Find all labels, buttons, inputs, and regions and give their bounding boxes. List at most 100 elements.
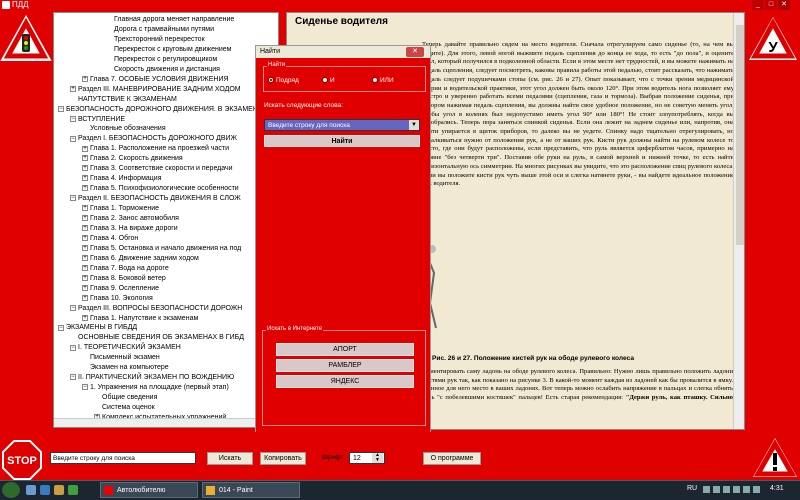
tree-node[interactable]: + Глава 1. Расположение на проезжей части (82, 144, 229, 153)
tree-node[interactable]: + Глава 4. Обгон (82, 234, 138, 243)
collapse-icon[interactable]: − (82, 384, 88, 391)
tree-node[interactable]: + Глава 1. Напутствие к экзаменам (82, 314, 198, 323)
tree-node[interactable]: + Глава 9. Ослепление (82, 284, 159, 293)
radio-sequential[interactable]: Подряд (268, 77, 299, 84)
collapse-icon[interactable]: − (70, 115, 76, 122)
expand-icon[interactable]: + (82, 175, 88, 182)
collapse-icon[interactable]: − (70, 344, 76, 351)
tree-node[interactable]: Экзамен на компьютере (90, 363, 169, 372)
expand-icon[interactable]: + (82, 254, 88, 261)
expand-icon[interactable]: + (70, 85, 76, 92)
expand-icon[interactable]: + (82, 235, 88, 242)
radio-and[interactable]: И (322, 77, 335, 84)
maximize-button[interactable]: □ (765, 0, 777, 10)
tree-node[interactable]: − ВСТУПЛЕНИЕ (70, 115, 125, 124)
dialog-close-button[interactable]: ✕ (406, 47, 424, 57)
yandex-button[interactable]: ЯНДЕКС (276, 375, 414, 388)
tree-node[interactable]: + Глава 5. Остановка и начало движения на… (82, 244, 241, 253)
tray-icon[interactable] (723, 486, 730, 493)
expand-icon[interactable]: + (82, 205, 88, 212)
tree-horizontal-scrollbar[interactable] (54, 418, 278, 427)
collapse-icon[interactable]: − (58, 105, 64, 112)
rambler-button[interactable]: РАМБЛЕР (276, 359, 414, 372)
tree-node[interactable]: Письменный экзамен (90, 353, 160, 362)
expand-icon[interactable]: + (82, 294, 88, 301)
expand-icon[interactable]: + (82, 145, 88, 152)
tree-node[interactable]: − II. ПРАКТИЧЕСКИЙ ЭКЗАМЕН ПО ВОЖДЕНИЮ (70, 373, 234, 382)
collapse-icon[interactable]: − (70, 135, 76, 142)
bottom-search-input[interactable]: Введите строку для поиска (50, 452, 196, 464)
minimize-button[interactable]: _ (752, 0, 764, 10)
radio-or[interactable]: ИЛИ (372, 77, 394, 84)
tree-node[interactable]: Дорога с трамвайными путями (114, 25, 214, 34)
tree-node[interactable]: + Раздел III. МАНЕВРИРОВАНИЕ ЗАДНИМ ХОДОМ (70, 85, 241, 94)
quicklaunch-ie-icon[interactable] (40, 485, 50, 495)
expand-icon[interactable]: + (82, 274, 88, 281)
tree-node[interactable]: + Глава 2. Занос автомобиля (82, 214, 179, 223)
tree-node[interactable]: − Раздел II. БЕЗОПАСНОСТЬ ДВИЖЕНИЯ В СЛОЖ (70, 194, 241, 203)
collapse-icon[interactable]: − (70, 304, 76, 311)
tree-node[interactable]: + Глава 3. Соответствие скорости и переда… (82, 164, 233, 173)
collapse-icon[interactable]: − (70, 374, 76, 381)
tray-icon[interactable] (733, 486, 740, 493)
expand-icon[interactable]: + (82, 314, 88, 321)
close-window-button[interactable]: ✕ (778, 0, 790, 10)
tray-icon[interactable] (743, 486, 750, 493)
quicklaunch-desktop-icon[interactable] (26, 485, 36, 495)
chevron-down-icon[interactable]: ▼ (409, 120, 419, 130)
tree-node[interactable]: Система оценок (102, 403, 155, 412)
tree-node[interactable]: + Глава 1. Торможение (82, 204, 159, 213)
tray-icon[interactable] (703, 486, 710, 493)
tree-node[interactable]: Условные обозначения (90, 124, 166, 133)
expand-icon[interactable]: + (82, 284, 88, 291)
tree-node[interactable]: ОСНОВНЫЕ СВЕДЕНИЯ ОБ ЭКЗАМЕНАХ В ГИБД (78, 333, 244, 342)
task-paint[interactable]: 014 - Paint (202, 482, 300, 498)
tree-node[interactable]: Трехсторонний перекресток (114, 35, 205, 44)
tree-node[interactable]: Главная дорога меняет направление (114, 15, 234, 24)
volume-icon[interactable] (753, 486, 760, 493)
quicklaunch-folder-icon[interactable] (54, 485, 64, 495)
expand-icon[interactable]: + (82, 165, 88, 172)
tree-node[interactable]: − ЭКЗАМЕНЫ В ГИБДД (58, 323, 137, 332)
tree-node[interactable]: Скорость движения и дистанция (114, 65, 220, 74)
language-indicator[interactable]: RU (687, 485, 697, 492)
expand-icon[interactable]: + (82, 215, 88, 222)
tree-node[interactable]: − БЕЗОПАСНОСТЬ ДОРОЖНОГО ДВИЖЕНИЯ. В ЭКЗА… (58, 105, 258, 114)
tree-node[interactable]: + Глава 7. ОСОБЫЕ УСЛОВИЯ ДВИЖЕНИЯ (82, 75, 229, 84)
tree-node[interactable]: + Глава 8. Боковой ветер (82, 274, 166, 283)
tree-node[interactable]: − I. ТЕОРЕТИЧЕСКИЙ ЭКЗАМЕН (70, 343, 181, 352)
tree-node[interactable]: −1. Упражнения на площадке (первый этап) (82, 383, 229, 392)
tree-node[interactable]: + Глава 2. Скорость движения (82, 154, 183, 163)
about-button[interactable]: О программе (423, 452, 481, 465)
collapse-icon[interactable]: − (58, 324, 64, 331)
quicklaunch-media-icon[interactable] (68, 485, 78, 495)
contents-tree[interactable]: Главная дорога меняет направление Дорога … (53, 12, 279, 428)
copy-button[interactable]: Копировать (260, 452, 306, 465)
font-size-stepper[interactable]: ▲ ▼ (372, 453, 383, 463)
tree-node[interactable]: Общие сведения (102, 393, 157, 402)
tree-node[interactable]: + Глава 7. Вода на дороге (82, 264, 169, 273)
expand-icon[interactable]: + (82, 75, 88, 82)
expand-icon[interactable]: + (82, 264, 88, 271)
expand-icon[interactable]: + (82, 225, 88, 232)
tree-node[interactable]: + Глава 4. Информация (82, 174, 162, 183)
tree-node[interactable]: + Глава 10. Экология (82, 294, 153, 303)
tree-node[interactable]: Перекресток с круговым движением (114, 45, 231, 54)
collapse-icon[interactable]: − (70, 195, 76, 202)
tree-node[interactable]: НАПУТСТВИЕ К ЭКЗАМЕНАМ (78, 95, 177, 104)
tree-node[interactable]: + Глава 3. На вираже дороги (82, 224, 178, 233)
tree-node[interactable]: + Глава 6. Движение задним ходом (82, 254, 199, 263)
document-scrollbar[interactable] (733, 13, 744, 429)
aport-button[interactable]: АПОРТ (276, 343, 414, 356)
tree-node[interactable]: Перекресток с регулировщиком (114, 55, 217, 64)
find-button[interactable]: Найти (264, 135, 420, 147)
tree-node[interactable]: + Глава 5. Психофизиологические особеннос… (82, 184, 239, 193)
tree-node[interactable]: − Раздел I. БЕЗОПАСНОСТЬ ДОРОЖНОГО ДВИЖ (70, 134, 237, 143)
expand-icon[interactable]: + (82, 185, 88, 192)
dialog-search-combobox[interactable]: Введите строку для поиска (264, 119, 420, 131)
start-button-icon[interactable] (2, 482, 20, 498)
tree-node[interactable]: − Раздел III. ВОПРОСЫ БЕЗОПАСНОСТИ ДОРОЖН (70, 304, 242, 313)
expand-icon[interactable]: + (82, 155, 88, 162)
task-avtolyubitelyu[interactable]: Автолюбителю (100, 482, 198, 498)
expand-icon[interactable]: + (82, 245, 88, 251)
